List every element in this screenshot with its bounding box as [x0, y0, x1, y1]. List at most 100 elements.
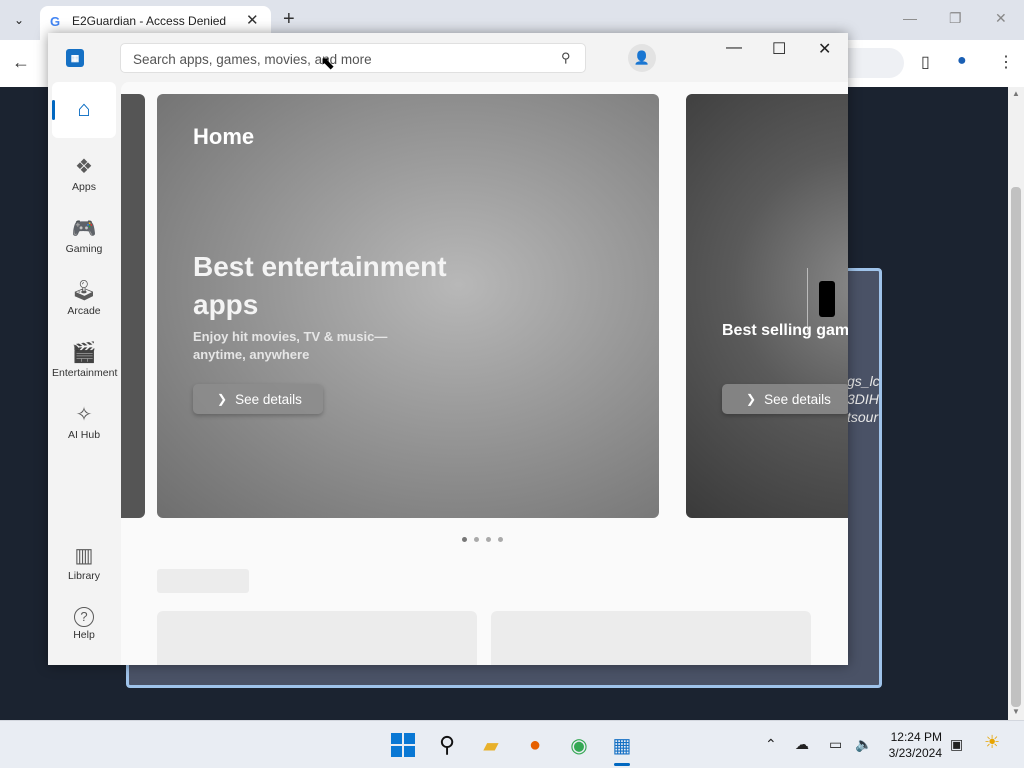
nav-label: Library — [67, 570, 101, 582]
phone-image — [819, 281, 835, 317]
file-explorer-button[interactable]: ▰ — [477, 731, 505, 759]
nav-apps[interactable]: ❖ Apps — [52, 148, 116, 206]
previous-hero-card[interactable] — [121, 94, 145, 518]
scroll-up-icon[interactable]: ▲ — [1012, 89, 1020, 98]
next-hero-card[interactable]: Best selling games ❯ See details — [686, 94, 848, 518]
store-navigation: ⌂ ❖ Apps 🎮 Gaming 🕹 Arcade 🎬 Entertainme… — [48, 82, 120, 665]
sparkle-icon: ✧ — [75, 404, 93, 426]
nav-ai-hub[interactable]: ✧ AI Hub — [52, 396, 116, 454]
carousel-indicator — [462, 537, 503, 542]
notification-icon[interactable]: ▣ — [950, 736, 963, 753]
store-close-button[interactable]: ✕ — [818, 39, 831, 59]
nav-label: Arcade — [67, 305, 101, 317]
microsoft-store-window: ▦ ⚲ ⬉ 👤 — ☐ ✕ ⌂ ❖ Apps 🎮 Gaming 🕹 Arcade… — [48, 33, 848, 665]
nav-help[interactable]: ? Help — [52, 599, 116, 657]
hero-title: Best selling games — [722, 322, 848, 339]
onedrive-icon[interactable]: ☁ — [795, 736, 809, 753]
show-hidden-icons-button[interactable]: ⌃ — [765, 736, 777, 753]
nav-entertainment[interactable]: 🎬 Entertainment — [52, 334, 118, 392]
hero-card[interactable]: Home Best entertainment apps Enjoy hit m… — [157, 94, 659, 518]
button-label: See details — [235, 391, 302, 407]
mouse-cursor-icon: ⬉ — [320, 53, 336, 73]
page-title: Home — [193, 124, 255, 149]
home-icon: ⌂ — [77, 96, 91, 121]
nav-arcade[interactable]: 🕹 Arcade — [52, 272, 116, 330]
card-placeholder — [491, 611, 811, 665]
see-details-button[interactable]: ❯ See details — [722, 384, 848, 414]
search-input[interactable] — [131, 49, 555, 69]
store-minimize-button[interactable]: — — [726, 39, 742, 57]
microsoft-store-button[interactable]: ▦ — [608, 731, 636, 759]
search-icon: ⚲ — [438, 732, 456, 757]
account-button[interactable]: 👤 — [628, 44, 656, 72]
see-details-button[interactable]: ❯ See details — [193, 384, 323, 414]
firefox-icon: ● — [528, 733, 542, 756]
tab-close-icon[interactable]: ✕ — [246, 11, 259, 29]
nav-library[interactable]: ▥ Library — [52, 537, 116, 595]
nav-label: Apps — [72, 181, 96, 193]
gamepad-icon: 🎮 — [71, 218, 97, 240]
weather-icon[interactable]: ☀ — [984, 732, 1000, 753]
library-icon: ▥ — [74, 545, 94, 567]
card-placeholder — [157, 611, 477, 665]
windows-logo-icon — [391, 733, 415, 757]
background-text: tsour — [847, 409, 879, 425]
button-label: See details — [764, 391, 831, 407]
start-button[interactable] — [389, 731, 417, 759]
nav-label: Gaming — [65, 243, 103, 255]
selected-indicator — [52, 100, 55, 120]
store-maximize-button[interactable]: ☐ — [772, 39, 786, 59]
side-panel-icon[interactable]: ▯ — [921, 52, 930, 72]
menu-icon[interactable]: ⋮ — [998, 52, 1014, 72]
chrome-button[interactable]: ◉ — [565, 731, 593, 759]
nav-label: Entertainment — [52, 367, 118, 379]
date: 3/23/2024 — [888, 746, 942, 760]
search-button[interactable]: ⚲ — [433, 731, 461, 759]
store-content: Home Best entertainment apps Enjoy hit m… — [121, 82, 848, 665]
background-text: 3DIH — [847, 391, 879, 407]
nav-gaming[interactable]: 🎮 Gaming — [52, 210, 116, 268]
apps-icon: ❖ — [75, 156, 93, 178]
nav-home[interactable]: ⌂ — [52, 82, 116, 138]
profile-icon[interactable]: ● — [957, 52, 967, 70]
new-tab-button[interactable]: + — [283, 8, 295, 30]
tab-search-button[interactable]: ⌄ — [7, 8, 31, 32]
firefox-button[interactable]: ● — [521, 731, 549, 759]
store-logo-icon: ▦ — [66, 49, 84, 67]
chevron-right-icon: ❯ — [746, 392, 757, 406]
hero-subtitle: Enjoy hit movies, TV & music—anytime, an… — [193, 329, 388, 362]
scrollbar-thumb[interactable] — [1011, 187, 1021, 707]
taskbar: ⚲ ▰ ● ◉ ▦ ⌃ ☁ ▭ 🔈 12:24 PM 3/23/2024 ▣ ☀ — [0, 720, 1024, 768]
nav-label: Help — [73, 629, 95, 641]
google-favicon-icon: G — [50, 14, 61, 29]
nav-label: AI Hub — [67, 429, 101, 441]
browser-minimize-button[interactable]: — — [903, 10, 917, 26]
carousel-dot[interactable] — [462, 537, 467, 542]
active-app-indicator — [614, 763, 630, 766]
background-text: gs_lc — [847, 373, 880, 389]
chrome-icon: ◉ — [570, 734, 588, 757]
joystick-icon: 🕹 — [71, 280, 97, 302]
back-button[interactable]: ← — [12, 52, 30, 73]
carousel-dot[interactable] — [498, 537, 503, 542]
search-icon[interactable]: ⚲ — [561, 50, 571, 66]
browser-restore-button[interactable]: ❐ — [949, 10, 962, 27]
user-icon: 👤 — [633, 50, 651, 65]
store-icon: ▦ — [612, 734, 632, 757]
scroll-down-icon[interactable]: ▼ — [1012, 707, 1020, 716]
carousel-dot[interactable] — [474, 537, 479, 542]
volume-icon[interactable]: 🔈 — [855, 736, 872, 753]
hero-title: Best entertainment apps — [193, 251, 447, 320]
browser-close-button[interactable]: ✕ — [995, 10, 1007, 27]
section-title-placeholder — [157, 569, 249, 593]
tab-title: E2Guardian - Access Denied — [72, 14, 227, 28]
search-box[interactable]: ⚲ — [120, 43, 586, 73]
page-scrollbar[interactable]: ▲ ▼ — [1008, 87, 1024, 720]
carousel-dot[interactable] — [486, 537, 491, 542]
display-icon[interactable]: ▭ — [829, 736, 842, 753]
clapperboard-icon: 🎬 — [71, 342, 97, 364]
folder-icon: ▰ — [483, 734, 499, 757]
clock[interactable]: 12:24 PM 3/23/2024 — [880, 729, 942, 761]
chevron-right-icon: ❯ — [217, 392, 228, 406]
time: 12:24 PM — [890, 730, 942, 744]
